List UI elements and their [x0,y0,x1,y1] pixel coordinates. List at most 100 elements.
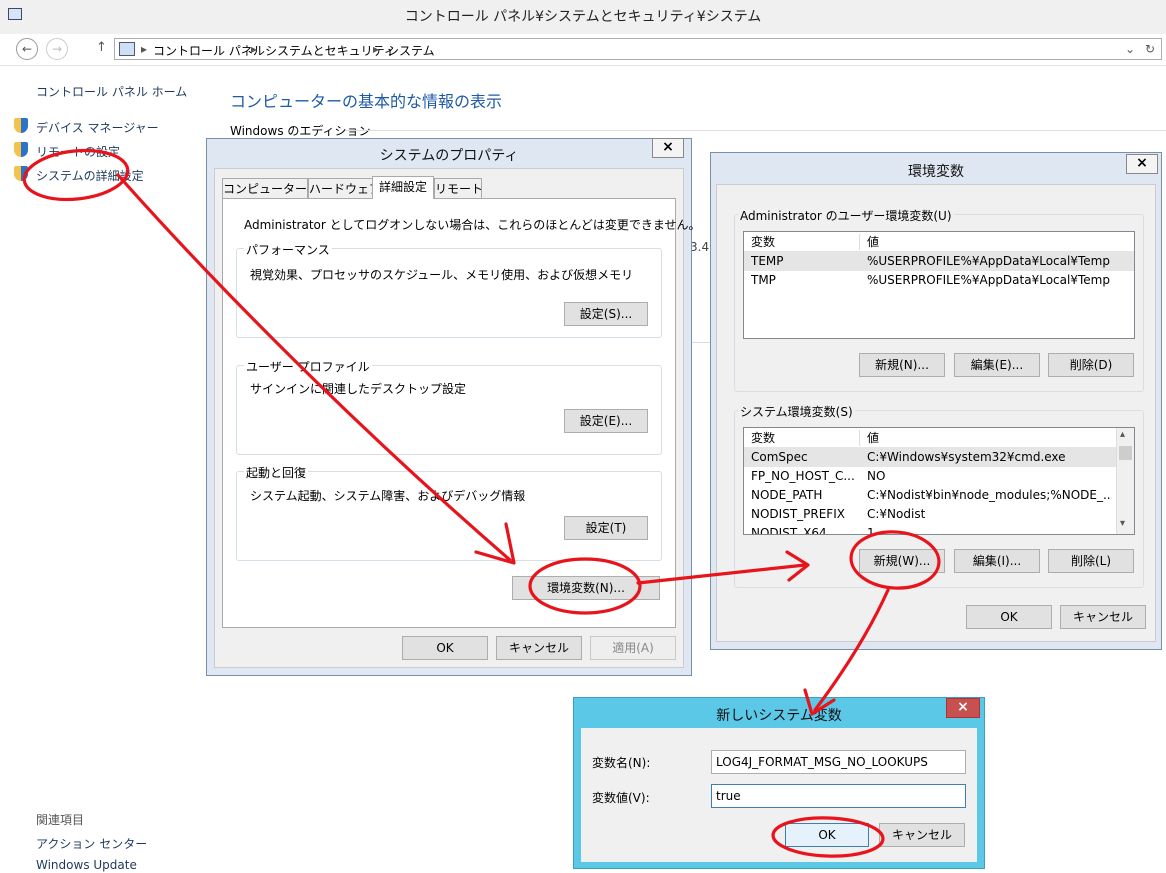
new-ok-button[interactable]: OK [785,823,869,847]
new-system-variable-title: 新しいシステム変数 [716,708,842,724]
table-row[interactable]: NODIST_PREFIX C:¥Nodist [744,505,1134,524]
var-name: ComSpec [751,450,808,464]
var-name: NODIST_PREFIX [751,507,845,521]
related-action-center[interactable]: アクション センター [36,835,147,852]
column-name-header[interactable]: 変数 [751,428,775,448]
table-row[interactable]: NODIST_X64 1 [744,524,1134,535]
user-edit-button[interactable]: 編集(E)... [954,353,1040,377]
var-value: NO [867,469,886,483]
system-delete-button[interactable]: 削除(L) [1048,549,1134,573]
cancel-button[interactable]: キャンセル [496,636,582,660]
column-value-header[interactable]: 値 [867,428,879,448]
var-name: TMP [751,273,776,287]
related-windows-update[interactable]: Windows Update [36,858,137,872]
divider [346,130,1166,131]
performance-desc: 視覚効果、プロセッサのスケジュール、メモリ使用、および仮想メモリ [250,268,634,282]
profile-label: ユーザー プロファイル [244,358,372,375]
system-new-button[interactable]: 新規(W)... [859,549,945,573]
shield-icon [14,142,28,157]
breadcrumb-control-panel[interactable]: コントロール パネル [153,42,265,59]
forward-button[interactable]: → [46,38,68,60]
var-name: TEMP [751,254,784,268]
profile-settings-button[interactable]: 設定(E)... [564,409,648,433]
window-title: コントロール パネル¥システムとセキュリティ¥システム [0,0,1166,34]
environment-variables-button[interactable]: 環境変数(N)... [512,576,660,600]
related-heading: 関連項目 [36,813,85,827]
startup-desc: システム起動、システム障害、およびデバッグ情報 [250,489,526,503]
variable-value-field[interactable]: true [711,784,966,808]
var-value: 1 [867,526,875,535]
profile-desc: サインインに関連したデスクトップ設定 [250,382,467,396]
column-value-header[interactable]: 値 [867,232,879,252]
startup-settings-button[interactable]: 設定(T) [564,516,648,540]
user-new-button[interactable]: 新規(N)... [859,353,945,377]
table-row[interactable]: ComSpec C:¥Windows¥system32¥cmd.exe [744,448,1134,467]
sidebar-advanced-settings[interactable]: システムの詳細設定 [36,167,144,184]
chevron-down-icon[interactable]: ⌄ [1125,42,1135,56]
refresh-icon[interactable]: ↻ [1145,42,1155,56]
performance-label: パフォーマンス [244,241,332,258]
startup-label: 起動と回復 [244,464,309,481]
environment-variables-title: 環境変数 [908,164,964,180]
table-row[interactable]: TEMP %USERPROFILE%¥AppData¥Local¥Temp [744,252,1134,271]
system-edit-button[interactable]: 編集(I)... [954,549,1040,573]
env-ok-button[interactable]: OK [966,605,1052,629]
system-vars-list[interactable]: 変数 値 ComSpec C:¥Windows¥system32¥cmd.exe… [743,427,1135,535]
list-header: 変数 値 [744,232,1134,252]
user-vars-list[interactable]: 変数 値 TEMP %USERPROFILE%¥AppData¥Local¥Te… [743,231,1135,339]
performance-settings-button[interactable]: 設定(S)... [564,302,648,326]
column-name-header[interactable]: 変数 [751,232,775,252]
chevron-right-icon: ▸ [251,42,258,56]
ok-button[interactable]: OK [402,636,488,660]
var-name: NODE_PATH [751,488,823,502]
admin-note: Administrator としてログオンしない場合は、これらのほとんどは変更で… [244,218,701,232]
tab-hardware[interactable]: ハードウェア [308,178,381,199]
system-vars-label: システム環境変数(S) [738,403,855,420]
chevron-right-icon: ▸ [373,42,380,56]
var-value: C:¥Windows¥system32¥cmd.exe [867,450,1066,464]
up-button[interactable]: ↑ [96,40,107,55]
breadcrumb-system[interactable]: システム [387,42,435,59]
chevron-right-icon: ▸ [141,42,148,56]
table-row[interactable]: TMP %USERPROFILE%¥AppData¥Local¥Temp [744,271,1134,290]
partial-text: 3.4 [690,240,710,254]
scroll-thumb[interactable] [1119,446,1132,460]
env-cancel-button[interactable]: キャンセル [1060,605,1146,629]
address-bar[interactable]: ▸ コントロール パネル ▸ システムとセキュリティ ▸ システム ⌄ ↻ [114,38,1162,60]
system-icon [8,8,22,20]
close-icon[interactable]: × [652,138,684,158]
scroll-down-icon[interactable]: ▾ [1120,518,1125,529]
sidebar-remote-settings[interactable]: リモートの設定 [36,143,120,160]
table-row[interactable]: NODE_PATH C:¥Nodist¥bin¥node_modules;%NO… [744,486,1134,505]
vertical-scrollbar[interactable]: ▴ ▾ [1116,428,1134,534]
apply-button[interactable]: 適用(A) [590,636,676,660]
user-delete-button[interactable]: 削除(D) [1048,353,1134,377]
sidebar-device-manager[interactable]: デバイス マネージャー [36,119,159,136]
new-cancel-button[interactable]: キャンセル [879,823,965,847]
var-value: C:¥Nodist¥bin¥node_modules;%NODE_... [867,488,1112,502]
var-name: FP_NO_HOST_C... [751,469,855,483]
scroll-up-icon[interactable]: ▴ [1120,429,1125,440]
sidebar-home-link[interactable]: コントロール パネル ホーム [36,83,187,100]
list-header: 変数 値 [744,428,1134,448]
var-name: NODIST_X64 [751,526,827,535]
variable-name-label: 変数名(N): [592,756,651,770]
close-icon[interactable]: × [946,698,980,718]
variable-value-label: 変数値(V): [592,791,650,805]
tab-advanced[interactable]: 詳細設定 [372,176,434,199]
shield-icon [14,166,28,181]
var-value: C:¥Nodist [867,507,926,521]
table-row[interactable]: FP_NO_HOST_C... NO [744,467,1134,486]
control-panel-icon [119,42,135,56]
tab-remote[interactable]: リモート [434,178,483,199]
shield-icon [14,118,28,133]
close-icon[interactable]: × [1126,154,1158,174]
back-button[interactable]: ← [16,38,38,60]
tab-computer-name[interactable]: コンピューター名 [222,178,319,199]
var-value: %USERPROFILE%¥AppData¥Local¥Temp [867,273,1110,287]
var-value: %USERPROFILE%¥AppData¥Local¥Temp [867,254,1110,268]
user-vars-label: Administrator のユーザー環境変数(U) [738,207,954,224]
variable-name-field[interactable]: LOG4J_FORMAT_MSG_NO_LOOKUPS [711,750,966,774]
page-title: コンピューターの基本的な情報の表示 [230,92,503,111]
system-properties-title: システムのプロパティ [379,148,519,164]
